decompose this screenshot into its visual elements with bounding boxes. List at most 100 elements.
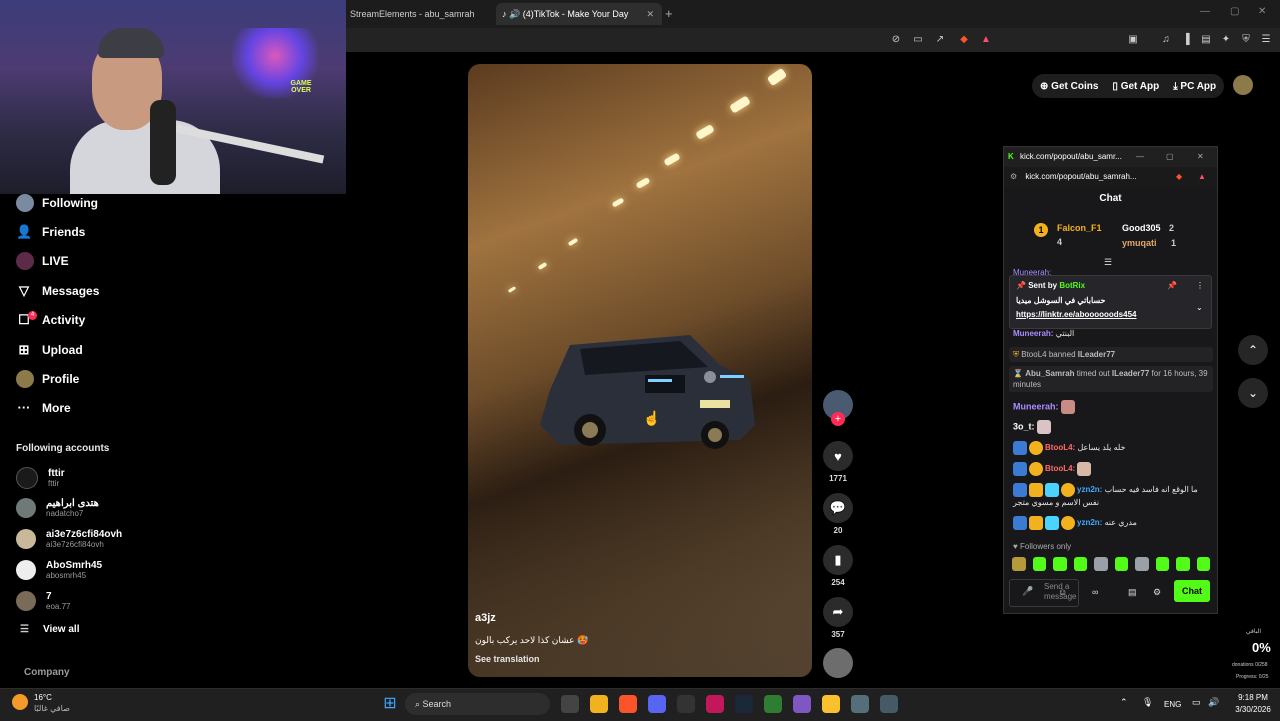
expand-chevron-icon[interactable]: ⌄ [1196, 303, 1203, 312]
comment-button[interactable]: 💬 20 [823, 493, 853, 535]
sidebar-icon[interactable]: ▣ [1127, 34, 1139, 46]
send-chat-button[interactable]: Chat [1174, 580, 1210, 602]
network-icon[interactable]: ▭ [1192, 697, 1201, 708]
cast-icon[interactable]: ▭ [912, 34, 924, 46]
windows-start-icon[interactable]: ⊞ [381, 695, 399, 713]
vpn-icon[interactable]: ⛨ [1240, 34, 1252, 46]
chat-username[interactable]: BtooL4: [1045, 443, 1075, 452]
task-view-icon[interactable] [561, 695, 579, 713]
emote-row[interactable] [1012, 557, 1212, 573]
maximize-icon[interactable]: ▢ [1230, 6, 1239, 17]
account-item[interactable]: fttir fttir [16, 465, 65, 491]
minimize-icon[interactable]: — [1136, 147, 1144, 167]
settings-icon[interactable] [851, 695, 869, 713]
menu-icon[interactable]: ☰ [1260, 34, 1272, 46]
steam-icon[interactable] [735, 695, 753, 713]
clock-date[interactable]: 3/30/2026 [1228, 705, 1278, 714]
follow-plus-icon[interactable]: + [831, 412, 845, 426]
minimize-icon[interactable]: — [1200, 6, 1210, 17]
get-app-button[interactable]: ▯ Get App [1112, 81, 1159, 92]
brave-browser-icon[interactable] [619, 695, 637, 713]
panel-icon[interactable]: ▐ [1180, 34, 1192, 46]
emote-icon[interactable] [1032, 557, 1046, 571]
clock-time[interactable]: 9:18 PM [1228, 693, 1278, 702]
company-link[interactable]: Company [24, 667, 70, 678]
discord-icon[interactable] [648, 695, 666, 713]
mic-tray-icon[interactable]: 🎙 [1142, 697, 1153, 708]
leaderboard-name[interactable]: ymuqati [1122, 238, 1157, 248]
share-icon[interactable]: ↗ [934, 34, 946, 46]
settings-gear-icon[interactable]: ⚙ [1153, 587, 1161, 598]
close-tab-icon[interactable]: ✕ [646, 3, 654, 25]
wallet-icon[interactable]: ▤ [1200, 34, 1212, 46]
channel-points-icon[interactable]: ∞ [1092, 587, 1098, 597]
see-translation-link[interactable]: See translation [475, 654, 540, 664]
new-tab-button[interactable]: + [665, 3, 673, 25]
language-indicator[interactable]: ENG [1164, 700, 1181, 709]
unpin-icon[interactable]: 📌 [1167, 281, 1177, 290]
app-icon[interactable] [822, 695, 840, 713]
sidebar-item-friends[interactable]: 👤 Friends [16, 222, 85, 242]
sound-disc-button[interactable] [823, 648, 853, 678]
brave-shield-icon[interactable]: ◆ [1176, 167, 1182, 187]
taskbar-search[interactable]: ⌕ Search [405, 693, 550, 715]
sidebar-item-live[interactable]: LIVE [16, 251, 69, 271]
brave-shield-icon[interactable]: ◆ [958, 34, 970, 46]
obs-icon[interactable] [677, 695, 695, 713]
like-button[interactable]: ♥ 1771 [823, 441, 853, 483]
emote-icon[interactable] [1073, 557, 1087, 571]
emote-icon[interactable] [1196, 557, 1210, 571]
share-button[interactable]: ➦ 357 [823, 597, 853, 639]
store-icon[interactable]: ▤ [1128, 587, 1137, 598]
emote-icon[interactable] [1012, 557, 1026, 571]
chat-message-input[interactable]: 🎤 Send a message [1009, 579, 1079, 607]
tab-tiktok[interactable]: ♪ 🔊 (4)TikTok - Make Your Day ✕ [496, 3, 662, 25]
app-icon[interactable] [793, 695, 811, 713]
emote-icon[interactable] [1094, 557, 1108, 571]
weather-icon[interactable] [12, 694, 28, 710]
pinned-link[interactable]: https://linktr.ee/aboooooods454 [1016, 310, 1136, 319]
tray-chevron-icon[interactable]: ⌃ [1120, 697, 1128, 708]
volume-icon[interactable]: 🔊 [1208, 697, 1219, 708]
sidebar-item-following[interactable]: Following [16, 193, 98, 213]
account-item[interactable]: AboSmrh45 abosmrh45 [16, 557, 102, 583]
emote-icon[interactable] [1114, 557, 1128, 571]
rewards-icon[interactable]: ▲ [1198, 167, 1206, 187]
music-icon[interactable]: ♫ [1160, 34, 1172, 46]
more-options-icon[interactable]: ⋮ [1196, 281, 1204, 290]
leaderboard-name[interactable]: Good305 [1122, 223, 1161, 233]
emote-icon[interactable] [1135, 557, 1149, 571]
app-icon[interactable] [764, 695, 782, 713]
app-icon[interactable] [880, 695, 898, 713]
app-icon[interactable] [706, 695, 724, 713]
maximize-icon[interactable]: ▢ [1166, 147, 1174, 167]
popup-url-bar[interactable]: ⚙ kick.com/popout/abu_samrah... ◆ ▲ [1004, 167, 1217, 187]
sidebar-item-activity[interactable]: ☐ Activity [16, 310, 85, 330]
chat-username[interactable]: Muneerah: [1013, 401, 1059, 411]
sidebar-item-upload[interactable]: ⊞ Upload [16, 340, 83, 360]
author-avatar-button[interactable]: + [823, 390, 853, 426]
mic-icon[interactable]: 🎤 [1022, 586, 1033, 597]
get-coins-button[interactable]: ⊕ Get Coins [1040, 81, 1098, 92]
next-video-button[interactable]: ⌄ [1238, 378, 1268, 408]
sidebar-item-profile[interactable]: Profile [16, 369, 79, 389]
close-window-icon[interactable]: ✕ [1258, 6, 1266, 17]
chat-username[interactable]: yzn2n: [1077, 485, 1102, 494]
chat-username[interactable]: BtooL4: [1045, 464, 1075, 473]
view-all-link[interactable]: ☰ View all [20, 624, 79, 635]
save-button[interactable]: ▮ 254 [823, 545, 853, 587]
chat-username[interactable]: Muneerah: [1013, 329, 1053, 338]
previous-video-button[interactable]: ⌃ [1238, 335, 1268, 365]
account-item[interactable]: 7 eoa.77 [16, 588, 70, 614]
emote-icon[interactable] [1053, 557, 1067, 571]
emote-icon[interactable] [1155, 557, 1169, 571]
leo-icon[interactable]: ✦ [1220, 34, 1232, 46]
sidebar-item-more[interactable]: ··· More [16, 398, 71, 418]
tab-streamelements[interactable]: StreamElements - abu_samrah [350, 3, 490, 25]
account-item[interactable]: ﻫﺘﺪﻯ ﺍﺑﺮﺍﻫﻴﻢ nadatcho7 [16, 495, 99, 521]
file-explorer-icon[interactable] [590, 695, 608, 713]
rewards-icon[interactable]: ▲ [980, 34, 992, 46]
pc-app-button[interactable]: ⤓ PC App [1173, 81, 1216, 92]
chat-username[interactable]: 3o_t: [1013, 421, 1035, 431]
reader-icon[interactable]: ⊘ [890, 34, 902, 46]
